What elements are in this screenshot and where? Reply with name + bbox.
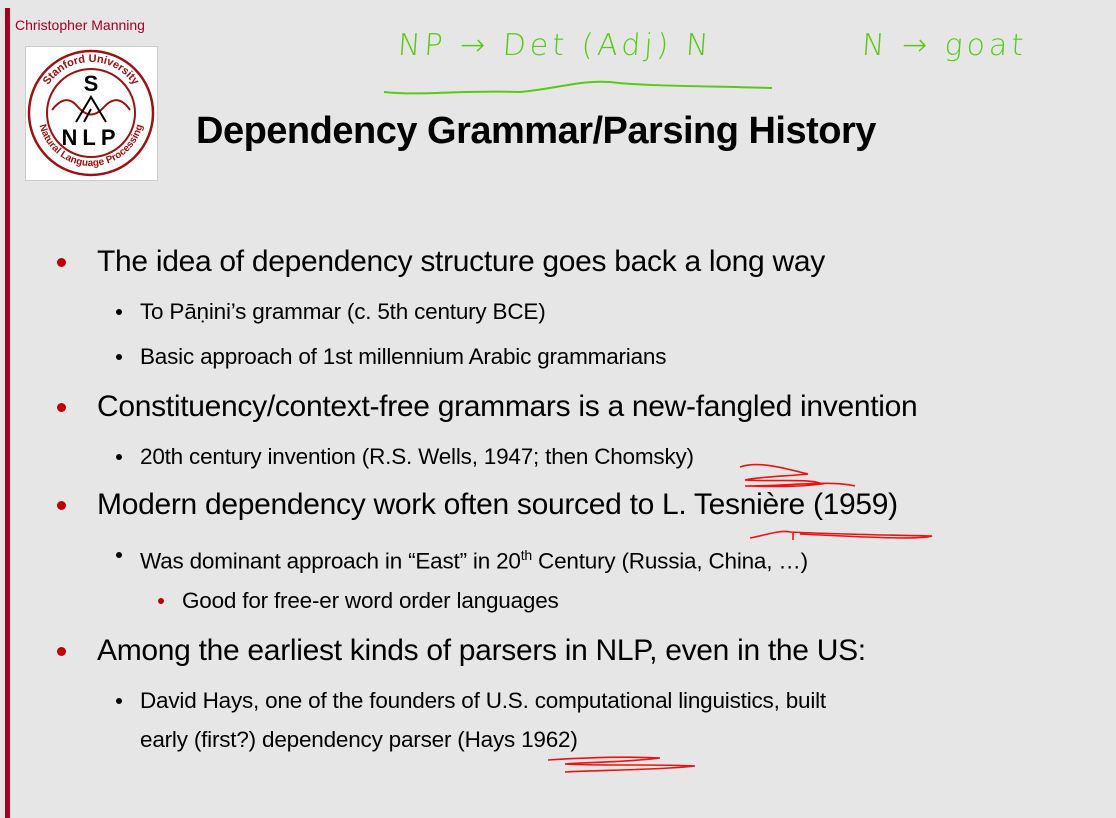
slide-accent-bar <box>5 8 10 818</box>
stanford-nlp-logo: Stanford University Natural Language Pro… <box>25 46 158 181</box>
bullet-dot <box>116 454 122 460</box>
bullet-text: Basic approach of 1st millennium Arabic … <box>140 344 667 369</box>
bullet-dot <box>158 598 164 604</box>
svg-text:S: S <box>84 71 99 96</box>
bullet-text: Was dominant approach in “East” in 20 <box>140 548 521 574</box>
bullet-level2: To Pāṇini’s grammar (c. 5th century BCE) <box>116 296 546 328</box>
bullet-level2: Was dominant approach in “East” in 20th … <box>116 539 808 574</box>
bullet-text: Modern dependency work often sourced to … <box>97 488 898 521</box>
bullet-text: Among the earliest kinds of parsers in N… <box>97 634 866 667</box>
slide-title: Dependency Grammar/Parsing History <box>196 110 876 152</box>
bullet-level2: Basic approach of 1st millennium Arabic … <box>116 341 667 373</box>
bullet-dot <box>116 552 122 558</box>
author-name: Christopher Manning <box>15 17 145 33</box>
handwritten-rule-n: N → goat <box>860 28 1029 63</box>
bullet-dot <box>57 501 66 510</box>
superscript: th <box>520 547 532 563</box>
bullet-level1: Constituency/context-free grammars is a … <box>57 387 918 427</box>
svg-text:NLP: NLP <box>62 125 121 150</box>
bullet-text: Constituency/context-free grammars is a … <box>97 390 918 423</box>
bullet-text: 20th century invention (R.S. Wells, 1947… <box>140 444 694 469</box>
bullet-text: To Pāṇini’s grammar (c. 5th century BCE) <box>140 299 546 324</box>
red-underline-hays <box>547 756 696 773</box>
bullet-dot <box>116 309 122 315</box>
bullet-level2: David Hays, one of the founders of U.S. … <box>116 685 826 717</box>
bullet-text: David Hays, one of the founders of U.S. … <box>140 688 826 713</box>
bullet-level2-continuation: early (first?) dependency parser (Hays 1… <box>140 724 578 756</box>
bullet-dot <box>57 403 66 412</box>
bullet-dot <box>116 354 122 360</box>
bullet-dot <box>116 698 122 704</box>
bullet-dot <box>57 647 66 656</box>
bullet-text: early (first?) dependency parser (Hays 1… <box>140 727 578 752</box>
bullet-dot <box>57 258 66 267</box>
bullet-text: Good for free-er word order languages <box>182 588 559 613</box>
bullet-level1: Among the earliest kinds of parsers in N… <box>57 631 866 671</box>
bullet-text: The idea of dependency structure goes ba… <box>97 245 825 278</box>
bullet-level2: 20th century invention (R.S. Wells, 1947… <box>116 441 694 473</box>
bullet-level3: Good for free-er word order languages <box>158 585 559 617</box>
green-underline <box>383 80 773 95</box>
red-underline-chomsky <box>739 463 856 488</box>
bullet-level1: The idea of dependency structure goes ba… <box>57 242 825 282</box>
bullet-level1: Modern dependency work often sourced to … <box>57 485 898 525</box>
bullet-text: Century (Russia, China, …) <box>532 548 808 574</box>
handwritten-rule-np: NP → Det (Adj) N <box>396 28 714 63</box>
